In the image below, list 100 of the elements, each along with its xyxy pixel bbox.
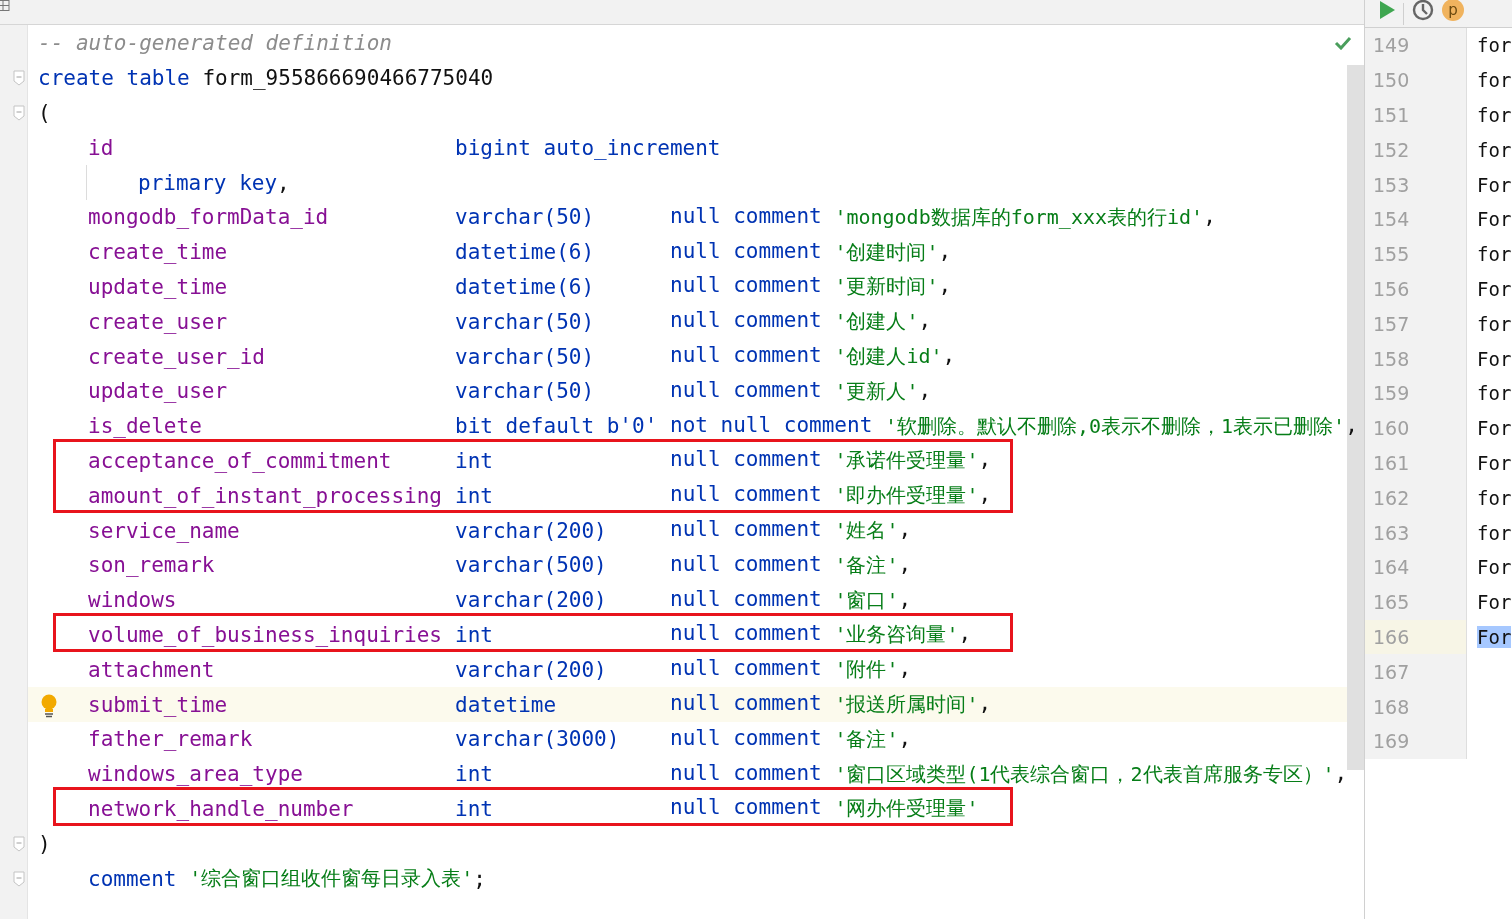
semicolon: ;: [473, 866, 486, 891]
sql-keyword: null comment: [670, 760, 822, 787]
sql-keyword: null comment: [670, 586, 822, 613]
comma: ,: [918, 377, 932, 404]
comma: ,: [938, 238, 952, 265]
comma: ,: [898, 517, 912, 544]
code-text: For: [1477, 556, 1512, 579]
column-name: son_remark: [88, 553, 216, 578]
column-name: windows_area_type: [88, 762, 304, 787]
line-number: 150: [1365, 62, 1467, 98]
run-icon[interactable]: [1379, 0, 1395, 19]
column-type: varchar(200): [455, 588, 608, 613]
column-type: datetime: [455, 692, 558, 717]
column-name: service_name: [88, 518, 241, 543]
line-number: 158: [1365, 341, 1467, 376]
fold-marker-icon[interactable]: [13, 105, 25, 121]
sql-keyword: null comment: [670, 795, 822, 822]
comment-string: '姓名': [834, 517, 899, 545]
user-avatar[interactable]: p: [1442, 0, 1464, 21]
column-name: network_handle_number: [88, 796, 355, 821]
column-type: varchar(3000): [455, 727, 621, 752]
line-number: 161: [1365, 445, 1467, 481]
code-text: For: [1477, 591, 1512, 614]
line-number: 167: [1365, 654, 1467, 690]
fold-marker-icon[interactable]: [13, 70, 25, 87]
column-type: int: [455, 622, 494, 647]
line-number: 149: [1365, 28, 1467, 63]
line-number: 164: [1365, 549, 1467, 585]
comma: ,: [978, 691, 992, 718]
code-text: For: [1477, 417, 1512, 440]
comment-string: '软删除。默认不删除,0表示不删除，1表示已删除': [884, 412, 1346, 440]
line-number: 154: [1365, 202, 1467, 237]
comma: ,: [898, 725, 912, 752]
line-number: 163: [1365, 515, 1467, 550]
sql-keyword: null comment: [670, 447, 822, 474]
comma: ,: [938, 273, 952, 300]
line-number: 151: [1365, 97, 1467, 133]
sql-keyword: null comment: [670, 238, 822, 265]
fold-marker-icon[interactable]: [13, 835, 25, 852]
code-text: for: [1477, 243, 1512, 266]
sql-keyword: null comment: [670, 551, 822, 578]
column-name: amount_of_instant_processing: [88, 483, 443, 508]
scrollbar[interactable]: [1347, 65, 1364, 770]
lightbulb-icon[interactable]: [40, 694, 58, 719]
table-name: form_955866690466775040: [202, 66, 494, 91]
comment-string: '综合窗口组收件窗每日录入表': [189, 865, 474, 892]
column-name: update_user: [88, 379, 229, 404]
column-name: submit_time: [88, 692, 229, 717]
column-name: father_remark: [88, 727, 254, 752]
comma: ,: [978, 447, 992, 474]
column-type: varchar(50): [455, 205, 596, 230]
code-text: for: [1477, 104, 1512, 126]
code-text: For: [1477, 208, 1512, 231]
grid-icon[interactable]: [0, 0, 10, 12]
sql-keyword: null comment: [670, 203, 822, 230]
line-number: 156: [1365, 271, 1467, 307]
sql-keyword: null comment: [670, 377, 822, 404]
column-type: varchar(200): [455, 518, 608, 543]
column-name: create_user: [88, 309, 229, 334]
sql-keyword: null comment: [670, 621, 822, 648]
sql-keyword: create table: [38, 66, 190, 91]
line-number: 160: [1365, 410, 1467, 446]
line-number: 168: [1365, 689, 1467, 724]
comma: ,: [958, 621, 972, 648]
comment-string: '承诺件受理量': [834, 447, 979, 475]
column-name: id: [88, 135, 115, 160]
comment-string: 'mongodb数据库的form_xxx表的行id': [834, 203, 1204, 231]
comment-string: '窗口': [834, 586, 899, 614]
comma: ,: [1203, 203, 1216, 230]
parenthesis: ): [38, 831, 51, 856]
sql-keyword: null comment: [670, 725, 822, 752]
column-type: bit default b'0': [455, 414, 659, 439]
code-text: for: [1477, 34, 1512, 57]
code-text: for: [1477, 69, 1512, 92]
column-type: varchar(500): [455, 553, 608, 578]
column-name: mongodb_formData_id: [88, 205, 330, 230]
comment-string: '备注': [834, 725, 899, 753]
comment-string: '附件': [834, 656, 899, 684]
history-icon[interactable]: [1412, 0, 1434, 21]
code-text: For: [1477, 277, 1512, 300]
comma: ,: [942, 343, 956, 370]
comma: ,: [1345, 412, 1358, 439]
column-type: datetime(6): [455, 240, 596, 265]
column-type: bigint auto_increment: [455, 135, 721, 160]
column-type: int: [455, 448, 494, 473]
comment-string: '更新人': [834, 377, 919, 405]
sql-keyword: primary key: [138, 170, 278, 195]
line-number: 162: [1365, 480, 1467, 516]
comma: ,: [898, 586, 912, 613]
code-text: For: [1477, 451, 1512, 474]
code-comment: -- auto-generated definition: [38, 31, 392, 56]
column-type: varchar(50): [455, 379, 596, 404]
line-number: 165: [1365, 584, 1467, 620]
column-type: datetime(6): [455, 274, 596, 299]
sql-keyword: null comment: [670, 482, 822, 509]
fold-marker-icon[interactable]: [13, 870, 25, 887]
comma: ,: [898, 551, 912, 578]
sql-keyword: comment: [88, 866, 177, 891]
column-name: attachment: [88, 657, 216, 682]
column-name: update_time: [88, 274, 229, 299]
